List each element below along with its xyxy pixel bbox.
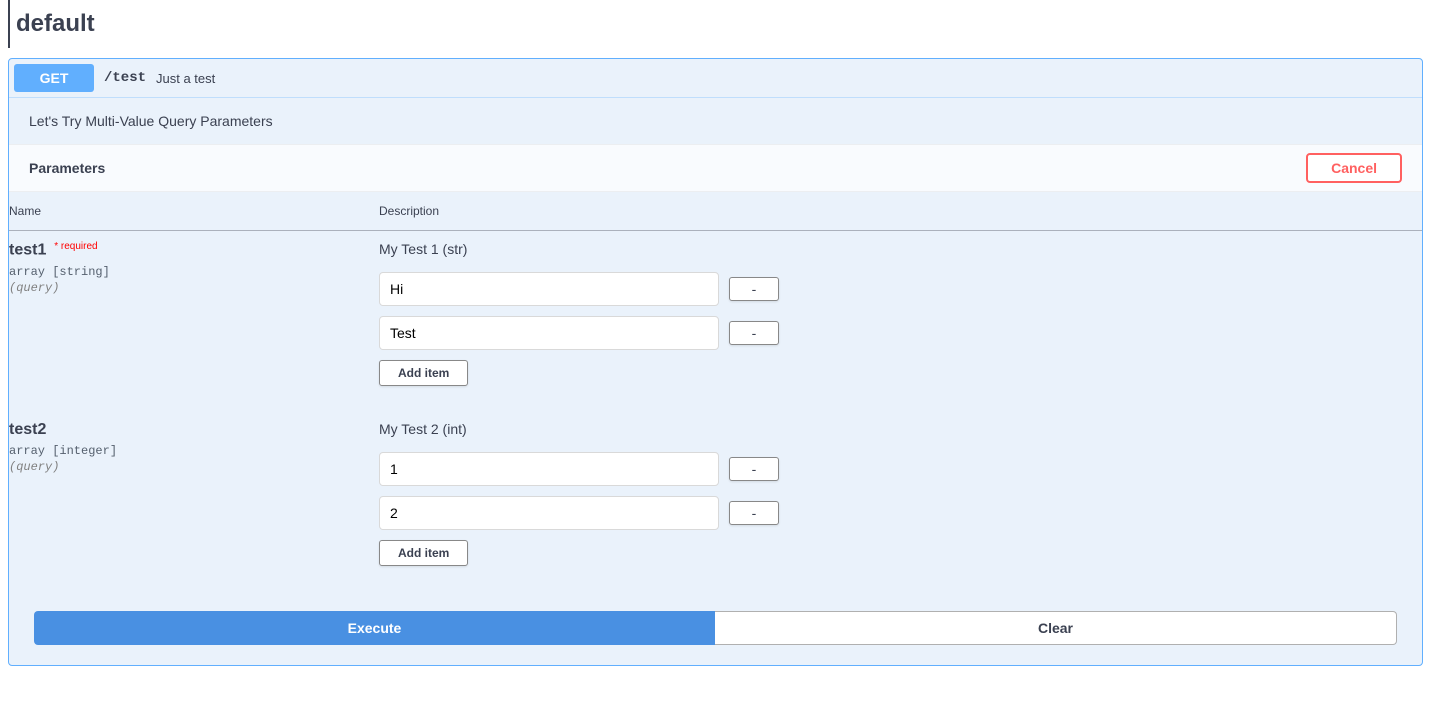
action-bar: Execute Clear <box>9 591 1422 665</box>
operation-path: /test <box>104 70 146 86</box>
param-value-input[interactable] <box>379 316 719 350</box>
param-value-input[interactable] <box>379 496 719 530</box>
parameter-row: test2 array [integer] (query) My Test 2 … <box>9 411 1422 591</box>
add-item-button[interactable]: Add item <box>379 540 468 566</box>
param-in: (query) <box>9 458 379 474</box>
http-method-badge: GET <box>14 64 94 92</box>
param-value-row: - <box>379 452 1422 486</box>
column-header-description: Description <box>379 192 1422 231</box>
column-header-name: Name <box>9 192 379 231</box>
operation-description: Let's Try Multi-Value Query Parameters <box>9 98 1422 144</box>
remove-item-button[interactable]: - <box>729 277 779 301</box>
remove-item-button[interactable]: - <box>729 321 779 345</box>
param-value-row: - <box>379 272 1422 306</box>
param-description: My Test 1 (str) <box>379 241 1422 257</box>
param-value-row: - <box>379 496 1422 530</box>
parameter-row: test1 * required array [string] (query) … <box>9 231 1422 412</box>
param-value-input[interactable] <box>379 272 719 306</box>
remove-item-button[interactable]: - <box>729 501 779 525</box>
param-value-input[interactable] <box>379 452 719 486</box>
parameters-header: Parameters Cancel <box>9 144 1422 192</box>
operation-block: GET /test Just a test Let's Try Multi-Va… <box>8 58 1423 666</box>
clear-button[interactable]: Clear <box>715 611 1397 645</box>
parameters-title: Parameters <box>29 160 105 176</box>
param-required-label: * required <box>50 241 97 252</box>
param-value-row: - <box>379 316 1422 350</box>
execute-button[interactable]: Execute <box>34 611 715 645</box>
cancel-button[interactable]: Cancel <box>1306 153 1402 183</box>
param-description: My Test 2 (int) <box>379 421 1422 437</box>
param-in: (query) <box>9 279 379 295</box>
param-type: array [integer] <box>9 439 379 458</box>
add-item-button[interactable]: Add item <box>379 360 468 386</box>
remove-item-button[interactable]: - <box>729 457 779 481</box>
operation-summary-text: Just a test <box>156 71 215 86</box>
operation-summary[interactable]: GET /test Just a test <box>9 59 1422 98</box>
param-name: test2 <box>9 421 46 438</box>
section-title[interactable]: default <box>8 0 1423 48</box>
param-type: array [string] <box>9 260 379 279</box>
param-name: test1 <box>9 242 46 259</box>
parameters-table: Name Description test1 * required array … <box>9 192 1422 591</box>
